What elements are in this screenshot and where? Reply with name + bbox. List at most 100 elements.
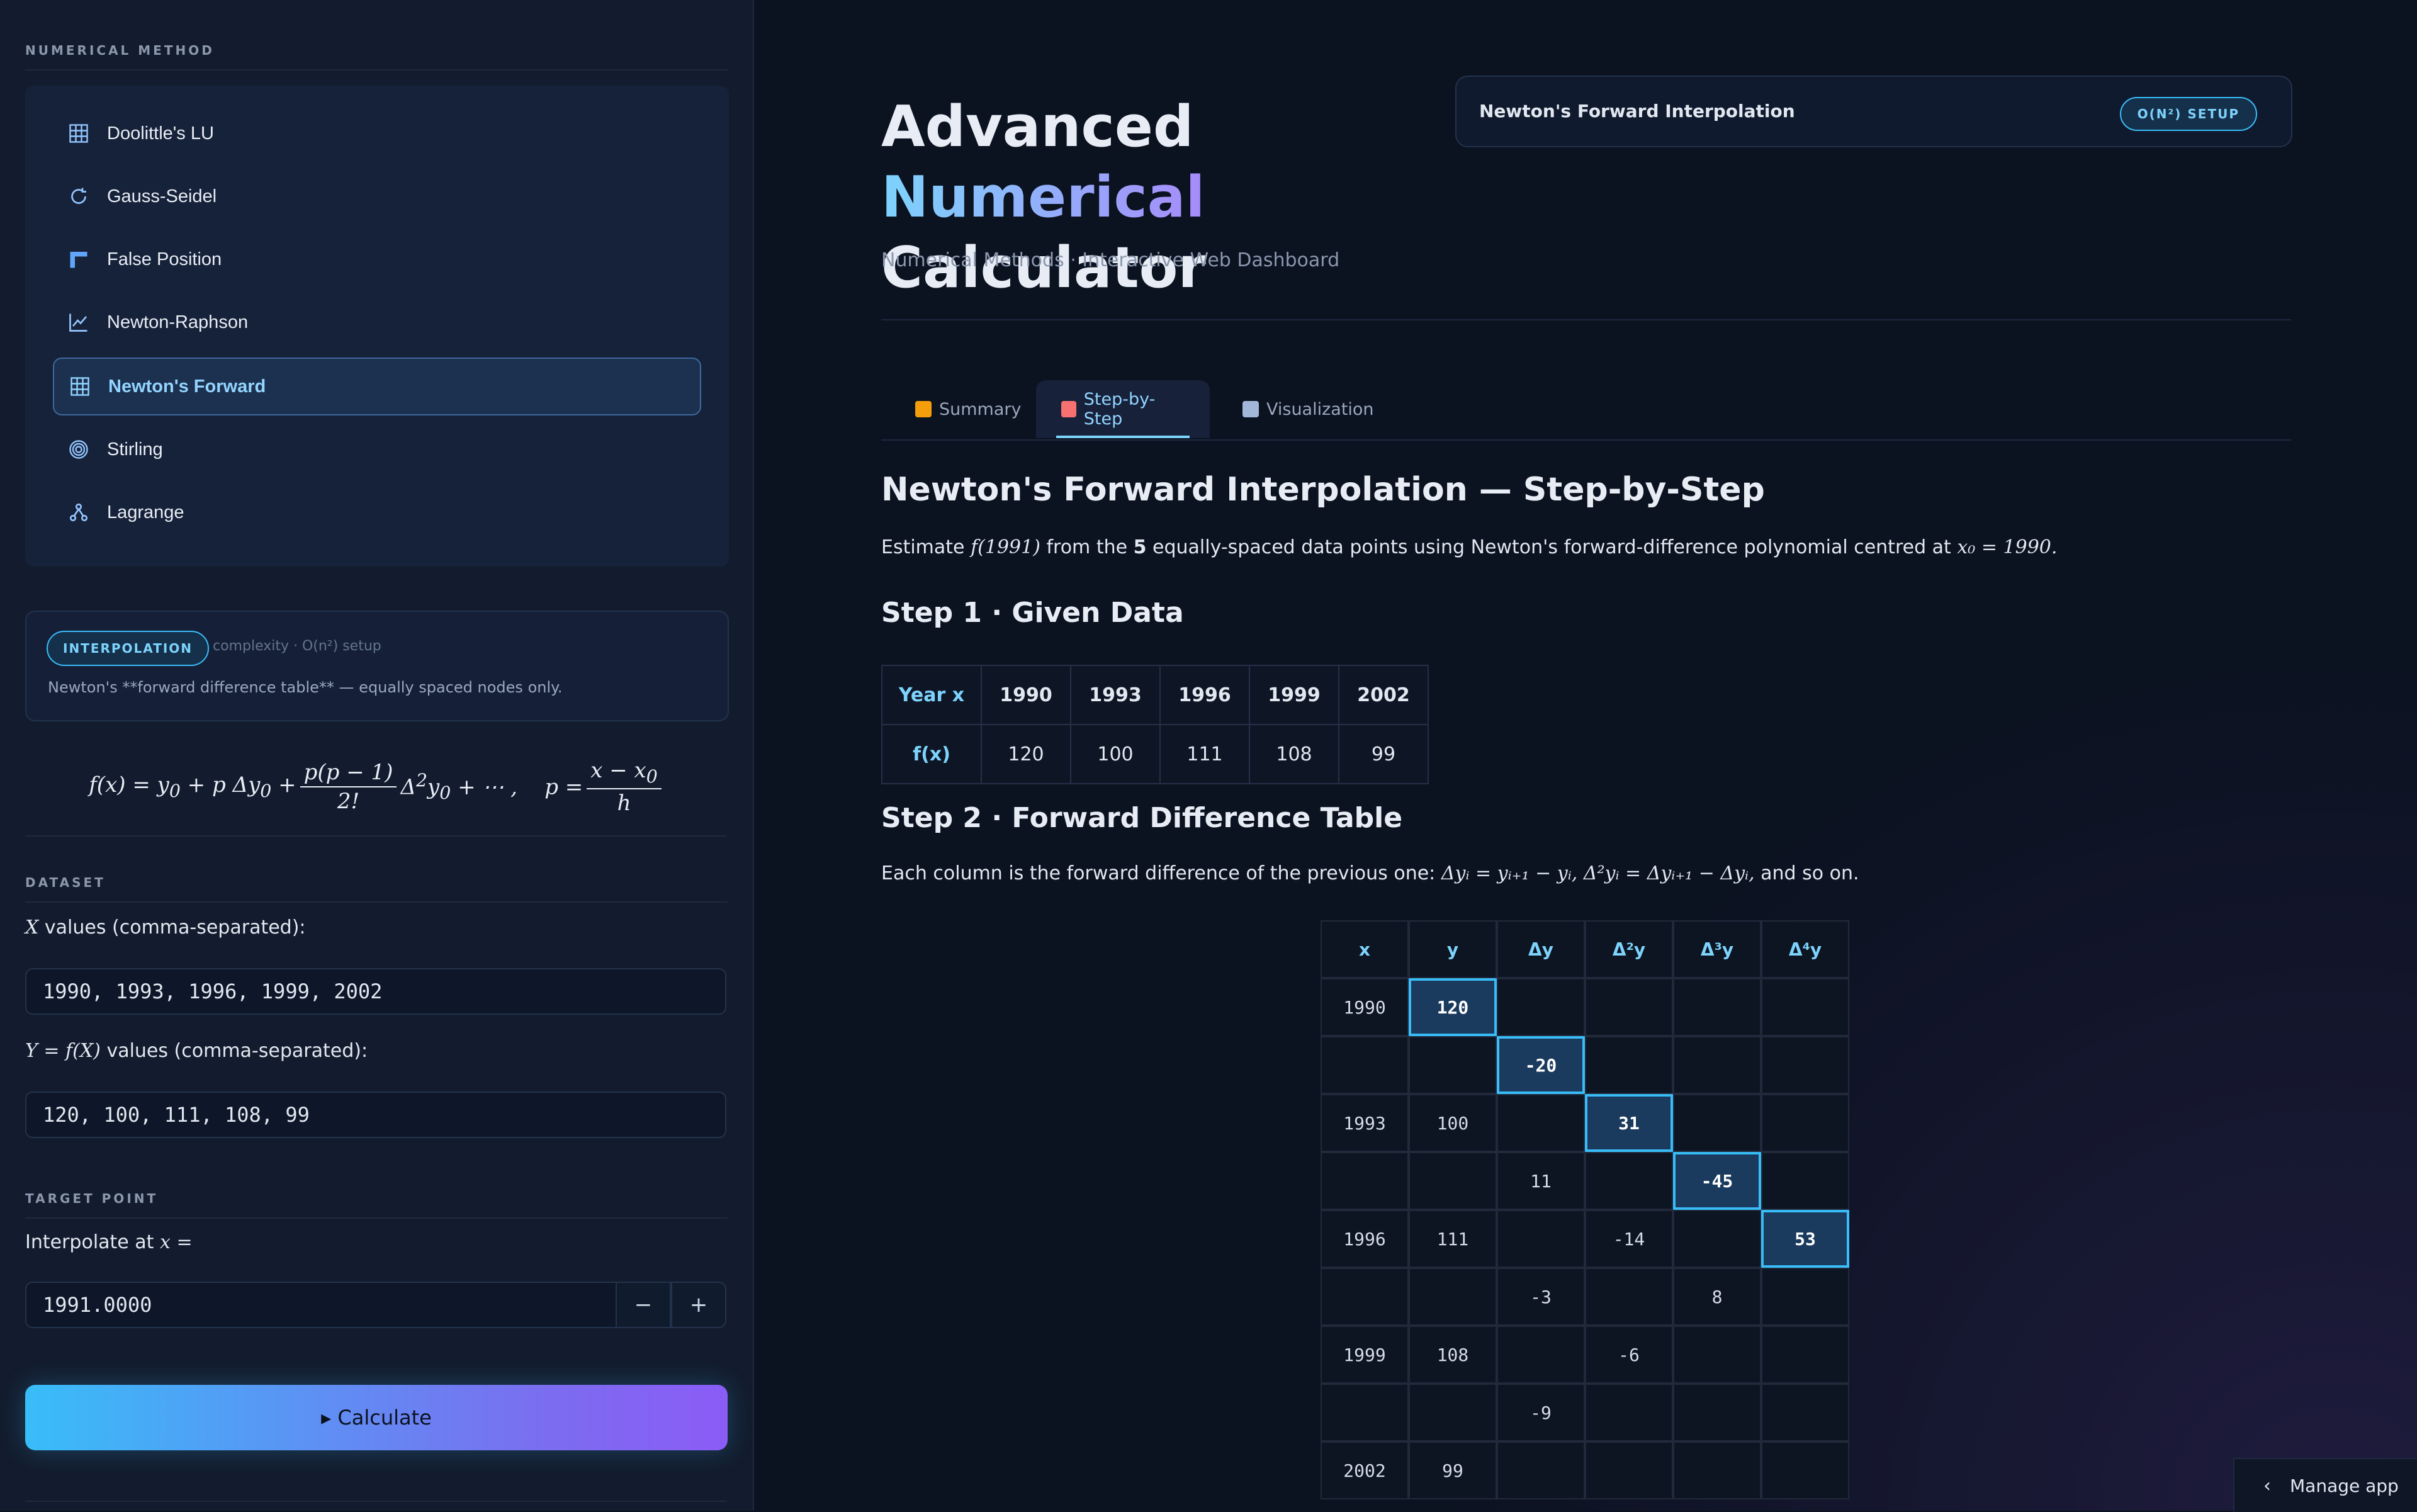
diff-cell xyxy=(1673,1210,1761,1268)
line-chart-icon xyxy=(65,309,92,336)
diff-cell xyxy=(1673,978,1761,1036)
diff-cell xyxy=(1321,1152,1409,1210)
method-item-newtons-forward[interactable]: Newton's Forward xyxy=(53,358,701,415)
tab-label: Summary xyxy=(939,399,1022,419)
target-label-text: Interpolate at xyxy=(25,1231,154,1253)
diff-cell xyxy=(1761,1441,1849,1499)
diff-cell xyxy=(1761,978,1849,1036)
method-label: Newton-Raphson xyxy=(107,312,249,332)
step2-post: and so on. xyxy=(1761,862,1859,884)
diff-cell: -20 xyxy=(1497,1036,1585,1094)
intro-fx: f(1991) xyxy=(971,536,1040,558)
x-label-text: values (comma-separated): xyxy=(44,917,306,939)
table-cell: 108 xyxy=(1249,724,1339,784)
x-var: X xyxy=(25,917,39,939)
method-card-title: Newton's Forward Interpolation xyxy=(1479,101,1795,121)
diff-cell: 99 xyxy=(1409,1441,1497,1499)
intro-text: Estimate f(1991) from the 5 equally-spac… xyxy=(881,536,2057,558)
line-chart-icon xyxy=(1242,401,1259,417)
diff-cell xyxy=(1761,1094,1849,1152)
target-icon xyxy=(65,436,92,463)
method-item-lagrange[interactable]: Lagrange xyxy=(53,485,699,540)
increment-button[interactable]: + xyxy=(671,1282,726,1328)
intro-count: 5 xyxy=(1133,536,1147,558)
y-values-input[interactable]: 120, 100, 111, 108, 99 xyxy=(25,1092,726,1138)
tab-label: Step-by-Step xyxy=(1083,390,1156,429)
diff-cell xyxy=(1585,978,1673,1036)
diff-cell xyxy=(1497,1326,1585,1384)
method-item-newton-raphson[interactable]: Newton-Raphson xyxy=(53,295,699,350)
diff-cell xyxy=(1673,1036,1761,1094)
target-var: x = xyxy=(159,1231,193,1253)
diff-header: Δ²y xyxy=(1585,920,1673,978)
method-formula: f(x) = y0 + p Δy0 + p(p − 1) 2! Δ2y0 + ⋯ … xyxy=(25,743,729,831)
y-values-label: Y = f(X) values (comma-separated): xyxy=(25,1040,368,1062)
refresh-icon xyxy=(65,183,92,210)
diff-cell xyxy=(1673,1094,1761,1152)
method-section-header: NUMERICAL METHOD xyxy=(25,43,728,71)
diff-cell: 108 xyxy=(1409,1326,1497,1384)
header-divider xyxy=(881,319,2291,320)
diff-header: Δ³y xyxy=(1673,920,1761,978)
tab-visualization[interactable]: Visualization xyxy=(1217,380,1399,438)
title-word-1: Advanced xyxy=(881,94,1194,160)
step2-pre: Each column is the forward difference of… xyxy=(881,862,1436,884)
step2-heading: Step 2 · Forward Difference Table xyxy=(881,802,1403,834)
method-item-gauss-seidel[interactable]: Gauss-Seidel xyxy=(53,169,699,224)
diff-cell: -14 xyxy=(1585,1210,1673,1268)
step2-eq1: Δyᵢ = yᵢ₊₁ − yᵢ, xyxy=(1441,862,1578,884)
diff-cell xyxy=(1761,1384,1849,1441)
intro-x0: x₀ = 1990. xyxy=(1957,536,2058,558)
diff-cell: 53 xyxy=(1761,1210,1849,1268)
diff-cell: -6 xyxy=(1585,1326,1673,1384)
sidebar: NUMERICAL METHOD Doolittle's LU Gauss-Se… xyxy=(0,0,754,1511)
method-label: Stirling xyxy=(107,439,163,460)
diff-cell xyxy=(1585,1152,1673,1210)
method-list: Doolittle's LU Gauss-Seidel False Positi… xyxy=(25,86,729,567)
decrement-button[interactable]: − xyxy=(616,1282,671,1328)
tab-summary[interactable]: Summary xyxy=(890,380,1046,438)
diff-cell: 1999 xyxy=(1321,1326,1409,1384)
diff-cell: 120 xyxy=(1409,978,1497,1036)
target-value-input[interactable]: 1991.0000 xyxy=(25,1282,617,1328)
document-icon xyxy=(1061,401,1076,417)
step2-eq2: Δ²yᵢ = Δyᵢ₊₁ − Δyᵢ, xyxy=(1583,862,1755,884)
diff-cell: 8 xyxy=(1673,1268,1761,1326)
network-icon xyxy=(65,499,92,526)
method-info-card: INTERPOLATION complexity · O(n²) setup N… xyxy=(25,611,729,721)
method-item-false-position[interactable]: False Position xyxy=(53,232,699,287)
diff-header: Δy xyxy=(1497,920,1585,978)
method-item-doolittle[interactable]: Doolittle's LU xyxy=(53,106,699,161)
calculate-button[interactable]: ▸ Calculate xyxy=(25,1385,728,1450)
intro-pre: Estimate xyxy=(881,536,965,558)
page-subtitle: Numerical Methods · Interactive Web Dash… xyxy=(881,249,1340,271)
title-word-2: Numerical xyxy=(881,164,1205,230)
diff-cell xyxy=(1497,1094,1585,1152)
diff-cell xyxy=(1321,1036,1409,1094)
target-label: Interpolate at x = xyxy=(25,1231,193,1253)
table-cell: 2002 xyxy=(1338,665,1429,725)
table-cell: 1990 xyxy=(981,665,1071,725)
diff-cell xyxy=(1673,1441,1761,1499)
x-values-label: X values (comma-separated): xyxy=(25,917,306,939)
tab-step-by-step[interactable]: Step-by-Step xyxy=(1036,380,1210,438)
method-label: Newton's Forward xyxy=(108,376,266,397)
diff-cell xyxy=(1409,1268,1497,1326)
table-cell: 1999 xyxy=(1249,665,1339,725)
x-values-input[interactable]: 1990, 1993, 1996, 1999, 2002 xyxy=(25,968,726,1015)
manage-app-button[interactable]: ‹ Manage app xyxy=(2233,1458,2417,1512)
diff-header: x xyxy=(1321,920,1409,978)
diff-cell xyxy=(1673,1326,1761,1384)
method-label: False Position xyxy=(107,249,222,269)
step-heading: Newton's Forward Interpolation — Step-by… xyxy=(881,471,1765,509)
diff-cell xyxy=(1409,1384,1497,1441)
tabs-divider xyxy=(881,439,2291,441)
diff-cell xyxy=(1585,1384,1673,1441)
step1-heading: Step 1 · Given Data xyxy=(881,597,1184,629)
method-item-stirling[interactable]: Stirling xyxy=(53,422,699,477)
step2-text: Each column is the forward difference of… xyxy=(881,862,1859,884)
y-label-text: values (comma-separated): xyxy=(106,1040,368,1062)
table-cell: 99 xyxy=(1338,724,1429,784)
bar-chart-icon xyxy=(915,401,932,417)
intro-post: equally-spaced data points using Newton'… xyxy=(1152,536,1951,558)
